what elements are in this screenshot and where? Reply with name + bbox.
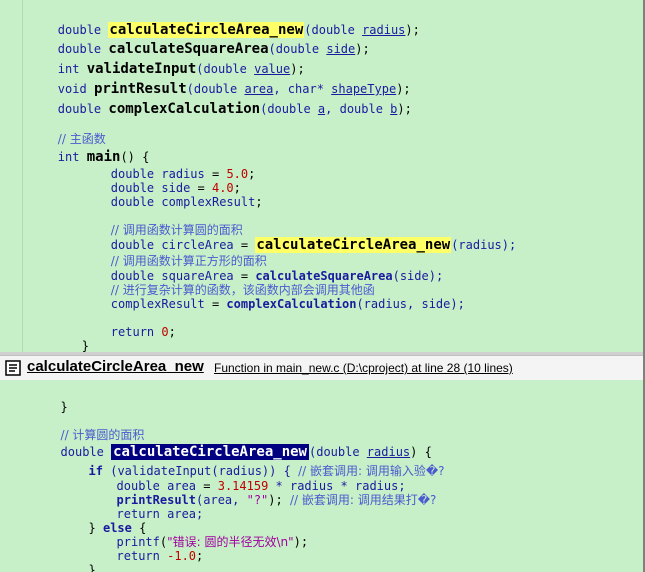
code-line-5[interactable]: double complexCalculation(double a, doub… <box>0 79 412 117</box>
param-name[interactable]: side <box>326 42 355 56</box>
function-call[interactable]: complexCalculation <box>226 297 356 311</box>
operator: = <box>204 297 227 311</box>
call-args: (radius, side); <box>356 297 465 311</box>
punct: ; <box>196 549 204 563</box>
param-open: (double <box>260 102 318 116</box>
punct: ); <box>397 102 412 116</box>
code-line-decl-complex[interactable]: double complexResult; <box>53 172 263 209</box>
param-sep: , double <box>325 102 391 116</box>
code-line-1[interactable]: double calculateCircleArea_new(double ra… <box>0 0 420 38</box>
close-brace: } <box>88 563 96 572</box>
peek-definition-pane[interactable]: } // 计算圆的面积 double calculateCircleArea_n… <box>0 380 645 572</box>
comment: // 嵌套调用: 调用结果打�? <box>289 493 437 507</box>
function-name[interactable]: complexCalculation <box>108 101 260 117</box>
peek-line-brace[interactable]: } <box>22 380 68 414</box>
peek-line-outer-close[interactable]: } <box>22 554 68 572</box>
punct: ); <box>355 42 370 56</box>
string-literal: "?" <box>246 493 269 507</box>
punct: ); <box>268 493 283 507</box>
code-line-close[interactable]: } <box>24 316 89 352</box>
punct: ); <box>293 535 309 549</box>
number-literal: -1.0 <box>167 549 197 563</box>
call-args: (radius); <box>451 238 517 252</box>
number-literal: 0 <box>161 325 169 339</box>
punct: ); <box>405 23 420 37</box>
keyword: return <box>116 549 160 563</box>
code-line-3[interactable]: int validateInput(double value); <box>0 39 305 77</box>
code-editor[interactable]: double calculateCircleArea_new(double ra… <box>0 0 645 352</box>
punct: ; <box>168 325 176 339</box>
punct: ; <box>255 195 263 209</box>
call-args: (area, <box>196 493 247 507</box>
peek-line-return-neg[interactable]: return -1.0; <box>78 526 204 563</box>
peek-title[interactable]: calculateCircleArea_new <box>27 358 204 375</box>
code-line-2[interactable]: double calculateSquareArea(double side); <box>0 19 370 57</box>
function-symbol-icon <box>5 360 21 376</box>
code-line-comment-main[interactable]: // 主函数 <box>0 109 106 146</box>
peek-location-info[interactable]: Function in main_new.c (D:\cproject) at … <box>214 361 513 375</box>
keyword: return <box>110 325 155 339</box>
peek-header[interactable]: calculateCircleArea_new Function in main… <box>0 355 645 381</box>
code-line-complex[interactable]: complexResult = complexCalculation(radiu… <box>53 274 465 311</box>
close-brace: } <box>81 339 90 352</box>
peek-line-definition[interactable]: double calculateCircleArea_new (double ra… <box>22 422 432 460</box>
code-line-4[interactable]: void printResult(double area, char* shap… <box>0 59 411 97</box>
